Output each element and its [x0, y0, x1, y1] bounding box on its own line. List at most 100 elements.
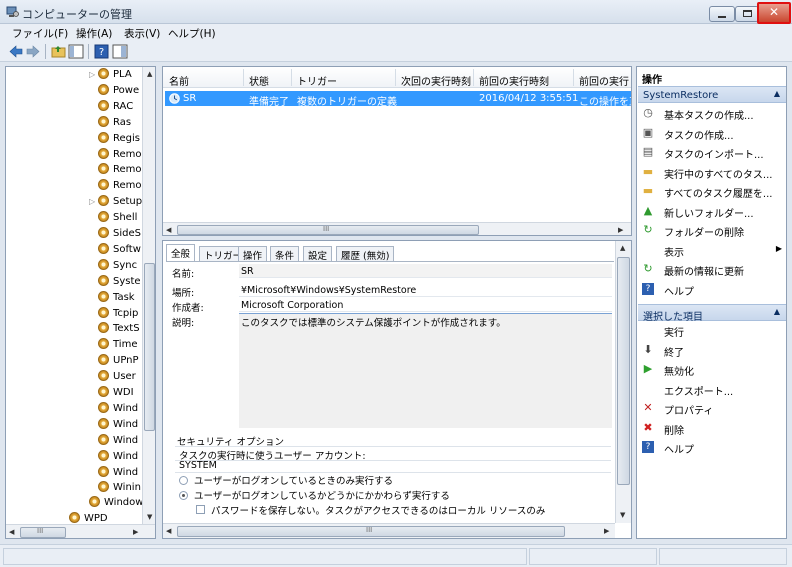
menu-help[interactable]: ヘルプ(H) — [168, 26, 216, 41]
close-button[interactable]: ✕ — [757, 2, 791, 24]
column-header-last-run[interactable]: 前回の実行時刻 — [479, 73, 549, 88]
name-field[interactable]: SR — [239, 264, 612, 278]
tree-item-windows[interactable]: Windows — [89, 496, 149, 512]
tree-item[interactable]: Task — [89, 290, 135, 307]
radio-whether-logged-on[interactable] — [179, 491, 188, 500]
action-item[interactable]: ▬ 実行中のすべてのタス... — [640, 164, 784, 182]
action-item[interactable]: ✕ プロパティ — [640, 400, 784, 418]
tree-scroll-thumb[interactable] — [144, 263, 155, 431]
tree-item[interactable]: Remo — [89, 163, 142, 179]
scroll-up-icon[interactable]: ▲ — [620, 244, 625, 252]
action-item[interactable]: ✖ 削除 — [640, 420, 784, 438]
tab-actions[interactable]: 操作 — [238, 246, 268, 262]
list-hscroll-thumb[interactable]: III — [177, 225, 479, 235]
menu-view[interactable]: 表示(V) — [124, 26, 160, 41]
radio-logged-on-only[interactable] — [179, 476, 188, 485]
tree-hscroll-thumb[interactable]: III — [20, 527, 66, 538]
collapse-icon[interactable]: ▲ — [774, 307, 780, 316]
help-icon[interactable]: ? — [94, 44, 110, 59]
menu-file[interactable]: ファイル(F) — [12, 26, 68, 41]
tree-item[interactable]: Softw — [89, 242, 141, 259]
scroll-left-icon[interactable]: ◀ — [166, 527, 171, 535]
tree-item[interactable]: RAC — [89, 99, 133, 116]
tree-item[interactable]: Tcpip — [89, 306, 138, 323]
action-item[interactable]: ? ヘルプ — [640, 281, 784, 299]
expand-icon[interactable]: ▷ — [89, 197, 98, 206]
action-item[interactable]: ◷ 基本タスクの作成... — [640, 105, 784, 123]
action-item[interactable]: 実行 — [640, 322, 784, 340]
action-item[interactable]: エクスポート... — [640, 381, 784, 399]
tree-item[interactable]: Regis — [89, 131, 140, 148]
scroll-down-icon[interactable]: ▼ — [620, 511, 625, 519]
action-item[interactable]: ▤ タスクのインポート... — [640, 144, 784, 162]
action-item[interactable]: ▲ 新しいフォルダー... — [640, 203, 784, 221]
description-field[interactable]: このタスクでは標準のシステム保護ポイントが作成されます。 — [239, 313, 612, 428]
collapse-icon[interactable]: ▲ — [774, 89, 780, 98]
tree-item[interactable]: WDI — [89, 386, 134, 402]
tree-item[interactable]: Shell — [89, 211, 137, 227]
tree-item[interactable]: Remo — [89, 179, 142, 195]
actions-section-selected-item[interactable]: 選択した項目 ▲ — [638, 304, 786, 323]
tree-item[interactable]: Sync — [89, 258, 137, 275]
scroll-right-icon[interactable]: ▶ — [604, 527, 609, 535]
tree-item[interactable]: TextS — [89, 322, 140, 338]
tree-item[interactable]: Time — [89, 338, 137, 354]
actions-section-systemrestore[interactable]: SystemRestore ▲ — [638, 86, 786, 103]
menu-action[interactable]: 操作(A) — [76, 26, 112, 41]
tree-item[interactable]: UPnP — [89, 354, 139, 370]
scroll-down-icon[interactable]: ▼ — [147, 513, 152, 521]
tree-item[interactable]: ▷ PLA — [89, 68, 132, 84]
tree-item[interactable]: Ras — [89, 115, 131, 132]
tab-general[interactable]: 全般 — [166, 244, 196, 261]
forward-arrow-icon[interactable] — [25, 44, 41, 59]
detail-vertical-scrollbar[interactable]: ▲ ▼ — [615, 241, 631, 523]
tab-conditions[interactable]: 条件 — [270, 246, 300, 262]
column-header-trigger[interactable]: トリガー — [297, 73, 337, 88]
expand-icon[interactable]: ▷ — [89, 70, 98, 79]
action-item[interactable]: ↻ 最新の情報に更新 — [640, 261, 784, 279]
up-folder-icon[interactable] — [51, 44, 67, 59]
tree-item[interactable]: Winin — [89, 481, 141, 497]
table-row[interactable]: SR 準備完了 複数のトリガーの定義 2016/04/12 3:55:51 この… — [165, 91, 631, 108]
tree-item[interactable]: Remo — [89, 147, 142, 164]
author-field[interactable]: Microsoft Corporation — [239, 298, 612, 312]
action-item[interactable]: ? ヘルプ — [640, 439, 784, 457]
tree-item[interactable]: Wind — [89, 449, 138, 466]
scroll-up-icon[interactable]: ▲ — [147, 70, 152, 78]
tree-item[interactable]: Wind — [89, 417, 138, 434]
column-header-status[interactable]: 状態 — [249, 73, 269, 88]
detail-scroll-thumb[interactable] — [617, 257, 630, 485]
minimize-button[interactable] — [709, 6, 735, 22]
tree-item[interactable]: ▷ Setup — [89, 195, 142, 211]
show-hide-tree-icon[interactable] — [68, 44, 84, 59]
tree-item[interactable]: Powe — [89, 83, 139, 100]
column-header-last-result[interactable]: 前回の実行 — [579, 73, 629, 88]
column-header-next-run[interactable]: 次回の実行時刻 — [401, 73, 471, 88]
tree-item[interactable]: Wind — [89, 433, 138, 450]
tree-item[interactable]: User — [89, 370, 136, 386]
maximize-button[interactable] — [735, 6, 759, 22]
tree-item[interactable]: Wind — [89, 465, 138, 482]
scroll-right-icon[interactable]: ▶ — [133, 528, 138, 536]
action-item[interactable]: ▣ タスクの作成... — [640, 125, 784, 143]
tab-history[interactable]: 履歴 (無効) — [336, 246, 395, 262]
action-item[interactable]: ▶ 無効化 — [640, 361, 784, 379]
scroll-left-icon[interactable]: ◀ — [9, 528, 14, 536]
tree-horizontal-scrollbar[interactable]: ◀ III ▶ — [6, 524, 155, 538]
list-horizontal-scrollbar[interactable]: ◀ III ▶ — [163, 222, 631, 235]
tree-vertical-scrollbar[interactable]: ▲ ▼ — [142, 67, 155, 524]
back-arrow-icon[interactable] — [8, 44, 24, 59]
detail-hscroll-thumb[interactable]: III — [177, 526, 565, 537]
tab-settings[interactable]: 設定 — [303, 246, 333, 262]
action-item[interactable]: ↻ フォルダーの削除 — [640, 222, 784, 240]
scroll-left-icon[interactable]: ◀ — [166, 226, 171, 234]
tree-item[interactable]: Wind — [89, 401, 138, 418]
properties-pane-icon[interactable] — [112, 44, 128, 59]
column-header-name[interactable]: 名前 — [169, 73, 189, 88]
action-item[interactable]: 表示 ▶ — [640, 242, 784, 260]
tree-item[interactable]: SideS — [89, 227, 141, 243]
do-not-store-password-checkbox[interactable] — [196, 505, 205, 514]
tree-item[interactable]: Syste — [89, 274, 141, 291]
location-field[interactable]: ¥Microsoft¥Windows¥SystemRestore — [239, 283, 612, 297]
detail-horizontal-scrollbar[interactable]: ◀ III ▶ — [163, 523, 615, 538]
